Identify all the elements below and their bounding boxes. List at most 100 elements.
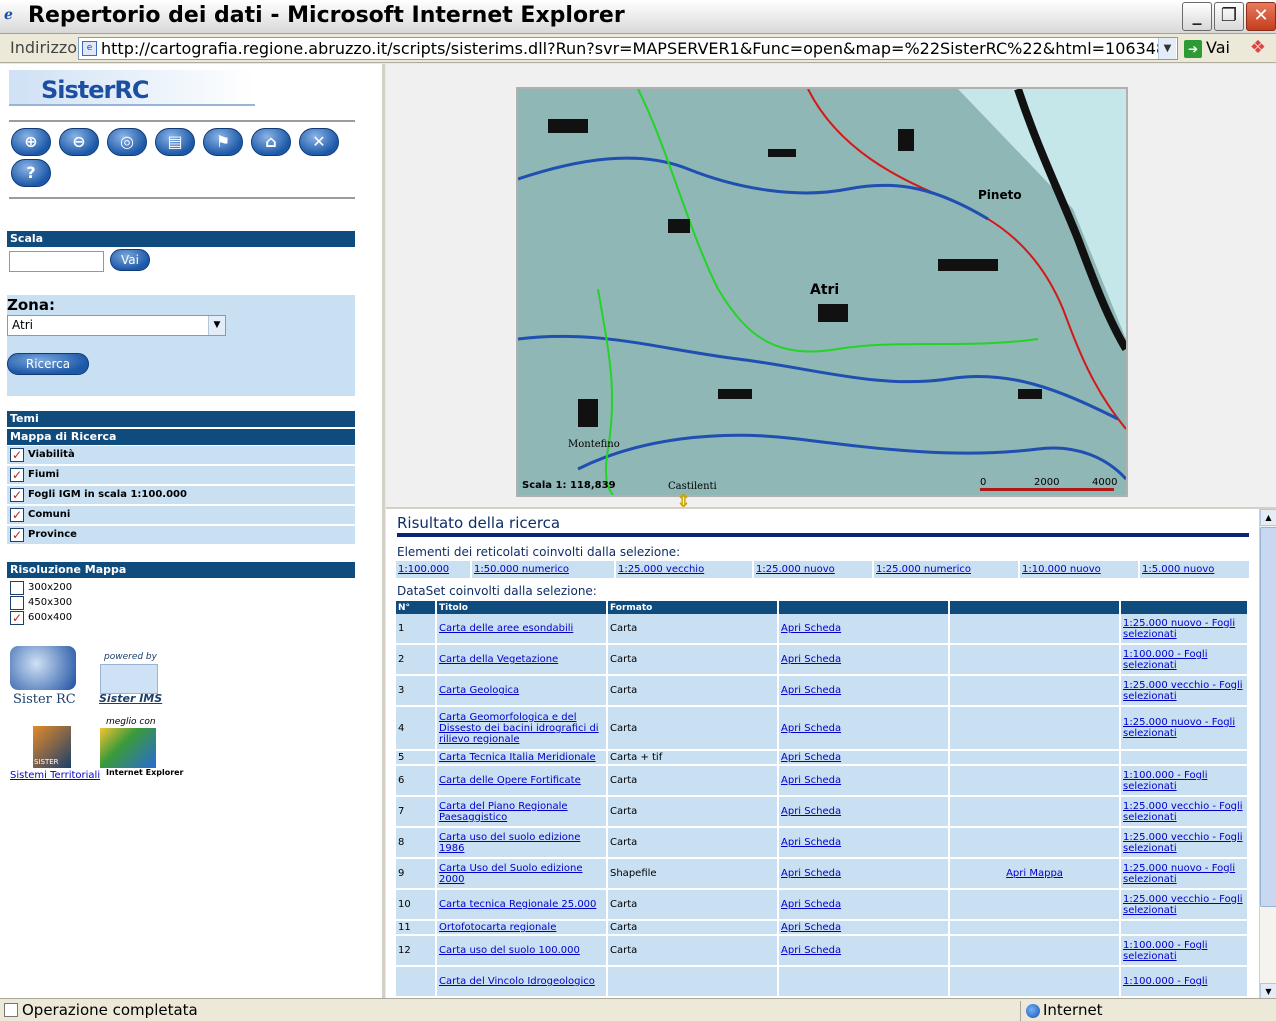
map-canvas[interactable]: Pineto Atri Montefino Castilenti [518, 89, 1126, 495]
layer-province[interactable]: ✓ Province [7, 526, 355, 544]
close-button[interactable]: ✕ [1246, 2, 1276, 31]
titolo-link[interactable]: Carta della Vegetazione [439, 654, 558, 665]
address-input[interactable]: e http://cartografia.regione.abruzzo.it/… [78, 37, 1178, 60]
titolo-link[interactable]: Carta delle Opere Fortificate [439, 775, 581, 786]
fogli-link[interactable]: 1:25.000 nuovo - Fogli selezionati [1123, 863, 1235, 885]
target-icon[interactable]: ◎ [107, 128, 147, 156]
checkbox[interactable]: ✓ [10, 468, 24, 482]
formato-cell: Carta [608, 890, 779, 921]
titolo-link[interactable]: Carta delle aree esondabili [439, 623, 573, 634]
scalebar-0: 0 [980, 477, 987, 488]
apri-scheda-link[interactable]: Apri Scheda [781, 723, 841, 734]
titolo-link[interactable]: Ortofotocarta regionale [439, 922, 556, 933]
titolo-link[interactable]: Carta del Vincolo Idrogeologico [439, 976, 595, 987]
ricerca-button[interactable]: Ricerca [7, 353, 89, 375]
zoom-out-icon[interactable]: ⊖ [59, 128, 99, 156]
zona-label: Zona: [7, 296, 55, 314]
layer-fogli-igm[interactable]: ✓ Fogli IGM in scala 1:100.000 [7, 486, 355, 504]
zona-select[interactable]: Atri ▼ [7, 315, 226, 336]
column-header [1121, 601, 1249, 614]
scala-input[interactable] [9, 251, 104, 272]
chevron-down-icon[interactable]: ▼ [208, 316, 225, 335]
ie-brand-label: Internet Explorer [106, 768, 184, 777]
titolo-link[interactable]: Carta Tecnica Italia Meridionale [439, 752, 596, 763]
checkbox[interactable]: ✓ [10, 488, 24, 502]
apri-scheda-link[interactable]: Apri Scheda [781, 899, 841, 910]
dataset-label: DataSet coinvolti dalla selezione: [397, 584, 597, 598]
address-url[interactable]: http://cartografia.regione.abruzzo.it/sc… [101, 39, 1177, 58]
layer-comuni[interactable]: ✓ Comuni [7, 506, 355, 524]
sistemi-territoriali-link[interactable]: Sistemi Territoriali [10, 770, 100, 781]
maximize-button[interactable]: ❐ [1214, 2, 1244, 31]
resolution-600x400[interactable]: ✓ 600x400 [7, 610, 72, 625]
zoom-in-icon[interactable]: ⊕ [11, 128, 51, 156]
titolo-link[interactable]: Carta Uso del Suolo edizione 2000 [439, 863, 583, 885]
formato-cell: Shapefile [608, 859, 779, 890]
scale-link[interactable]: 1:25.000 nuovo [754, 561, 872, 578]
scroll-down-icon[interactable]: ▼ [1260, 983, 1276, 998]
sisterrc-logo: SisterRC [9, 70, 255, 106]
fogli-link[interactable]: 1:25.000 nuovo - Fogli selezionati [1123, 618, 1235, 640]
titolo-link[interactable]: Carta uso del suolo edizione 1986 [439, 832, 580, 854]
apri-scheda-link[interactable]: Apri Scheda [781, 685, 841, 696]
fogli-link[interactable]: 1:25.000 nuovo - Fogli selezionati [1123, 717, 1235, 739]
results-scrollbar[interactable]: ▲ ▼ [1259, 509, 1276, 998]
apri-scheda-link[interactable]: Apri Scheda [781, 922, 841, 933]
apri-scheda-link[interactable]: Apri Scheda [781, 837, 841, 848]
checkbox[interactable]: ✓ [10, 508, 24, 522]
apri-scheda-link[interactable]: Apri Scheda [781, 868, 841, 879]
resolution-300x200[interactable]: 300x200 [7, 580, 72, 595]
apri-scheda-link[interactable]: Apri Scheda [781, 623, 841, 634]
apri-scheda-link[interactable]: Apri Scheda [781, 752, 841, 763]
document-icon[interactable]: ▤ [155, 128, 195, 156]
go-button[interactable]: ➔ Vai [1184, 38, 1234, 60]
titolo-link[interactable]: Carta tecnica Regionale 25.000 [439, 899, 596, 910]
apri-scheda-link[interactable]: Apri Scheda [781, 654, 841, 665]
scale-link[interactable]: 1:25.000 numerico [874, 561, 1018, 578]
layer-label: Viabilità [28, 449, 75, 460]
scroll-thumb[interactable] [1260, 527, 1276, 907]
formato-cell: Carta [608, 645, 779, 676]
titolo-link[interactable]: Carta Geomorfologica e del Dissesto dei … [439, 712, 599, 745]
layer-fiumi[interactable]: ✓ Fiumi [7, 466, 355, 484]
scroll-up-icon[interactable]: ▲ [1260, 509, 1276, 526]
fogli-link[interactable]: 1:25.000 vecchio - Fogli selezionati [1123, 680, 1243, 702]
help-icon[interactable]: ? [11, 159, 51, 187]
minimize-button[interactable]: _ [1182, 2, 1212, 31]
apri-mappa-link[interactable]: Apri Mappa [1006, 868, 1063, 879]
fogli-link[interactable]: 1:100.000 - Fogli selezionati [1123, 649, 1207, 671]
internet-explorer-logo-icon[interactable] [100, 728, 156, 768]
checkbox[interactable] [10, 581, 24, 595]
fogli-link[interactable]: 1:25.000 vecchio - Fogli selezionati [1123, 832, 1243, 854]
powered-by-label: powered by [104, 652, 157, 662]
tools-icon[interactable]: ✕ [299, 128, 339, 156]
scala-vai-button[interactable]: Vai [110, 249, 150, 271]
titolo-link[interactable]: Carta Geologica [439, 685, 519, 696]
scale-link[interactable]: 1:50.000 numerico [472, 561, 614, 578]
address-dropdown-button[interactable]: ▼ [1158, 38, 1176, 59]
titolo-link[interactable]: Carta del Piano Regionale Paesaggistico [439, 801, 568, 823]
fogli-link[interactable]: 1:100.000 - Fogli selezionati [1123, 770, 1207, 792]
checkbox[interactable]: ✓ [10, 528, 24, 542]
resolution-450x300[interactable]: 450x300 [7, 595, 72, 610]
apri-scheda-link[interactable]: Apri Scheda [781, 806, 841, 817]
fogli-link[interactable]: 1:25.000 vecchio - Fogli selezionati [1123, 801, 1243, 823]
fogli-link[interactable]: 1:100.000 - Fogli [1123, 976, 1207, 987]
scale-link[interactable]: 1:25.000 vecchio [616, 561, 752, 578]
apri-scheda-link[interactable]: Apri Scheda [781, 775, 841, 786]
scale-link[interactable]: 1:10.000 nuovo [1020, 561, 1138, 578]
titolo-link[interactable]: Carta uso del suolo 100.000 [439, 945, 580, 956]
home-icon[interactable]: ⌂ [251, 128, 291, 156]
layer-viabilita[interactable]: ✓ Viabilità [7, 446, 355, 464]
apri-scheda-link[interactable]: Apri Scheda [781, 945, 841, 956]
checkbox[interactable]: ✓ [10, 611, 24, 625]
scale-link[interactable]: 1:100.000 [396, 561, 470, 578]
checkbox[interactable]: ✓ [10, 448, 24, 462]
map-view[interactable]: Pineto Atri Montefino Castilenti Scala 1… [516, 87, 1128, 497]
fogli-link[interactable]: 1:25.000 vecchio - Fogli selezionati [1123, 894, 1243, 916]
ie-page-icon[interactable]: ℯ [4, 7, 20, 25]
flag-icon[interactable]: ⚑ [203, 128, 243, 156]
checkbox[interactable] [10, 596, 24, 610]
fogli-link[interactable]: 1:100.000 - Fogli selezionati [1123, 940, 1207, 962]
scale-link[interactable]: 1:5.000 nuovo [1140, 561, 1249, 578]
